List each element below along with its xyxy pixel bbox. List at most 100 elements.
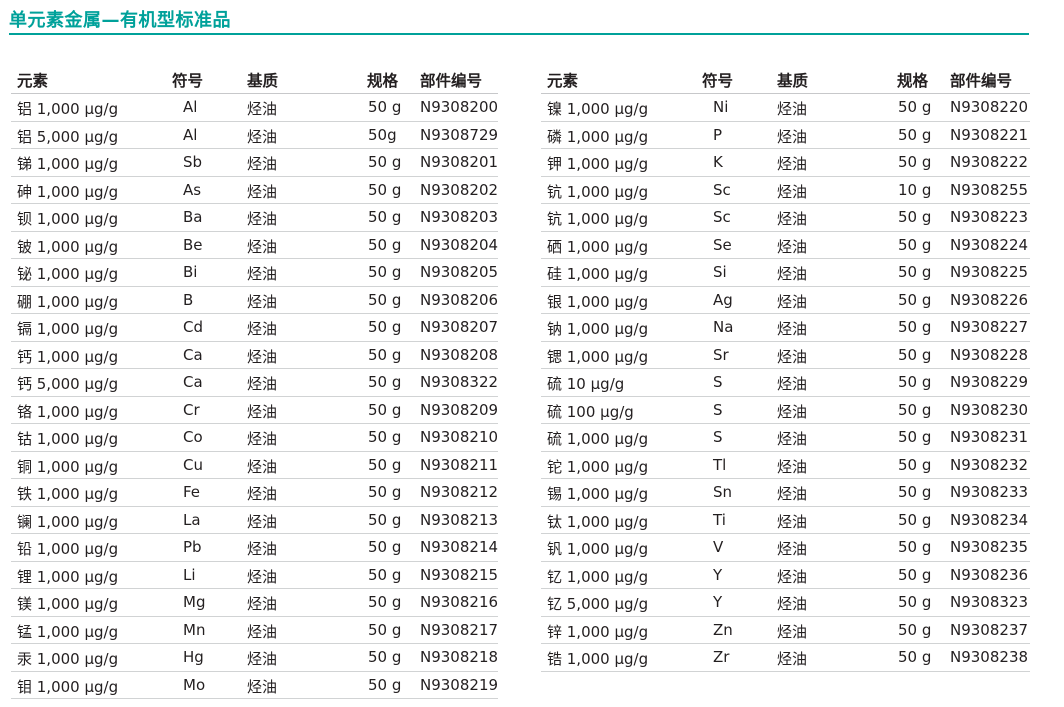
cell-spec: 50 g [898,235,932,254]
table-row: 铍 1,000 µg/g Be 烃油 50 g N9308204 [11,232,498,259]
cell-part-number: N9308207 [420,318,499,336]
cell-matrix: 烃油 [777,127,808,146]
cell-spec: 50 g [368,593,402,611]
cell-element: 锶 1,000 µg/g [547,347,649,366]
table-row: 砷 1,000 µg/g As 烃油 50 g N9308202 [11,177,498,204]
cell-part-number: N9308232 [950,455,1029,474]
cell-part-number: N9308237 [950,620,1029,639]
cell-symbol: Bi [183,263,198,281]
cell-matrix: 烃油 [777,320,808,338]
cell-element: 铜 1,000 µg/g [17,457,119,476]
cell-element: 铋 1,000 µg/g [17,265,119,283]
cell-element: 镉 1,000 µg/g [17,320,119,338]
cell-element: 锂 1,000 µg/g [17,567,119,586]
table-row: 铊 1,000 µg/g Tl 烃油 50 g N9308232 [541,452,1030,479]
cell-part-number: N9308212 [420,483,499,501]
cell-element: 硼 1,000 µg/g [17,292,119,311]
cell-part-number: N9308220 [950,98,1029,116]
cell-part-number: N9308231 [950,428,1029,446]
cell-spec: 50 g [368,235,402,254]
table-header: 元素 符号 基质 规格 部件编号 [541,66,1030,94]
table-row: 磷 1,000 µg/g P 烃油 50 g N9308221 [541,122,1030,149]
cell-part-number: N9308225 [950,263,1029,281]
cell-element: 钙 5,000 µg/g [17,375,119,393]
cell-matrix: 烃油 [247,622,278,641]
cell-element: 钠 1,000 µg/g [547,320,649,338]
cell-symbol: Cd [183,318,203,336]
cell-matrix: 烃油 [777,485,808,503]
cell-symbol: Li [183,565,196,584]
cell-symbol: Ti [713,510,726,529]
cell-part-number: N9308227 [950,318,1029,336]
cell-matrix: 烃油 [247,155,278,173]
cell-element: 铅 1,000 µg/g [17,540,119,558]
table-row: 钛 1,000 µg/g Ti 烃油 50 g N9308234 [541,507,1030,534]
cell-spec: 50 g [368,565,402,584]
cell-matrix: 烃油 [247,237,278,256]
cell-part-number: N9308323 [950,593,1029,611]
cell-matrix: 烃油 [247,567,278,586]
cell-part-number: N9308236 [950,565,1029,584]
cell-symbol: Se [713,235,732,254]
table-row: 铜 1,000 µg/g Cu 烃油 50 g N9308211 [11,452,499,479]
table-row: 钪 1,000 µg/g Sc 烃油 10 g N9308255 [541,177,1030,204]
table-row: 铬 1,000 µg/g Cr 烃油 50 g N9308209 [11,397,498,424]
header-element: 元素 [17,72,49,90]
cell-symbol: Cr [183,400,200,419]
cell-element: 磷 1,000 µg/g [547,127,649,146]
cell-element: 钾 1,000 µg/g [547,155,649,173]
table-row: 镉 1,000 µg/g Cd 烃油 50 g N9308207 [11,314,498,342]
page-title: 单元素金属—有机型标准品 [9,10,231,31]
cell-element: 锰 1,000 µg/g [17,622,119,641]
cell-element: 镍 1,000 µg/g [547,100,649,118]
cell-symbol: S [713,428,723,446]
cell-part-number: N9308216 [420,593,499,611]
cell-symbol: Mg [183,593,206,611]
cell-spec: 50 g [368,538,402,556]
cell-element: 钙 1,000 µg/g [17,347,119,366]
cell-matrix: 烃油 [777,347,808,366]
table-row: 镁 1,000 µg/g Mg 烃油 50 g N9308216 [11,589,498,617]
cell-symbol: Ag [713,290,733,309]
cell-symbol: Tl [713,455,727,474]
cell-symbol: Ni [713,98,729,116]
cell-element: 铊 1,000 µg/g [547,457,649,476]
table-row: 铝 1,000 µg/g Al 烃油 50 g N9308200 [11,94,498,122]
cell-matrix: 烃油 [777,512,808,531]
table-row: 硫 10 µg/g S 烃油 50 g N9308229 [541,369,1030,397]
table-row: 铋 1,000 µg/g Bi 烃油 50 g N9308205 [11,259,498,287]
cell-symbol: As [183,180,202,199]
cell-part-number: N9308215 [420,565,499,584]
cell-spec: 50 g [898,263,932,281]
header-symbol: 符号 [702,72,734,90]
cell-spec: 50 g [898,98,932,116]
cell-part-number: N9308206 [420,290,499,309]
cell-part-number: N9308233 [950,483,1029,501]
cell-element: 铝 1,000 µg/g [17,100,119,118]
cell-element: 铍 1,000 µg/g [17,237,119,256]
cell-element: 锑 1,000 µg/g [17,155,119,173]
cell-symbol: S [713,400,723,419]
cell-part-number: N9308226 [950,290,1029,309]
cell-matrix: 烃油 [777,402,808,421]
cell-spec: 50 g [368,345,402,364]
cell-spec: 50 g [368,648,402,666]
cell-symbol: Na [713,318,734,336]
cell-part-number: N9308200 [420,98,499,116]
header-part-number: 部件编号 [420,72,483,90]
cell-spec: 50 g [898,483,932,501]
cell-part-number: N9308211 [420,455,499,474]
table-row: 钡 1,000 µg/g Ba 烃油 50 g N9308203 [11,204,498,232]
cell-part-number: N9308205 [420,263,499,281]
cell-element: 钡 1,000 µg/g [17,210,119,228]
table-row: 锂 1,000 µg/g Li 烃油 50 g N9308215 [11,562,499,589]
table-header: 元素 符号 基质 规格 部件编号 [11,66,498,94]
cell-symbol: Hg [183,648,204,666]
cell-part-number: N9308218 [420,648,499,666]
cell-symbol: Al [183,125,198,144]
cell-element: 铁 1,000 µg/g [17,485,119,503]
cell-symbol: Sc [713,208,731,226]
header-matrix: 基质 [777,72,809,90]
cell-matrix: 烃油 [247,127,278,146]
table-row: 钙 5,000 µg/g Ca 烃油 50 g N9308322 [11,369,498,397]
